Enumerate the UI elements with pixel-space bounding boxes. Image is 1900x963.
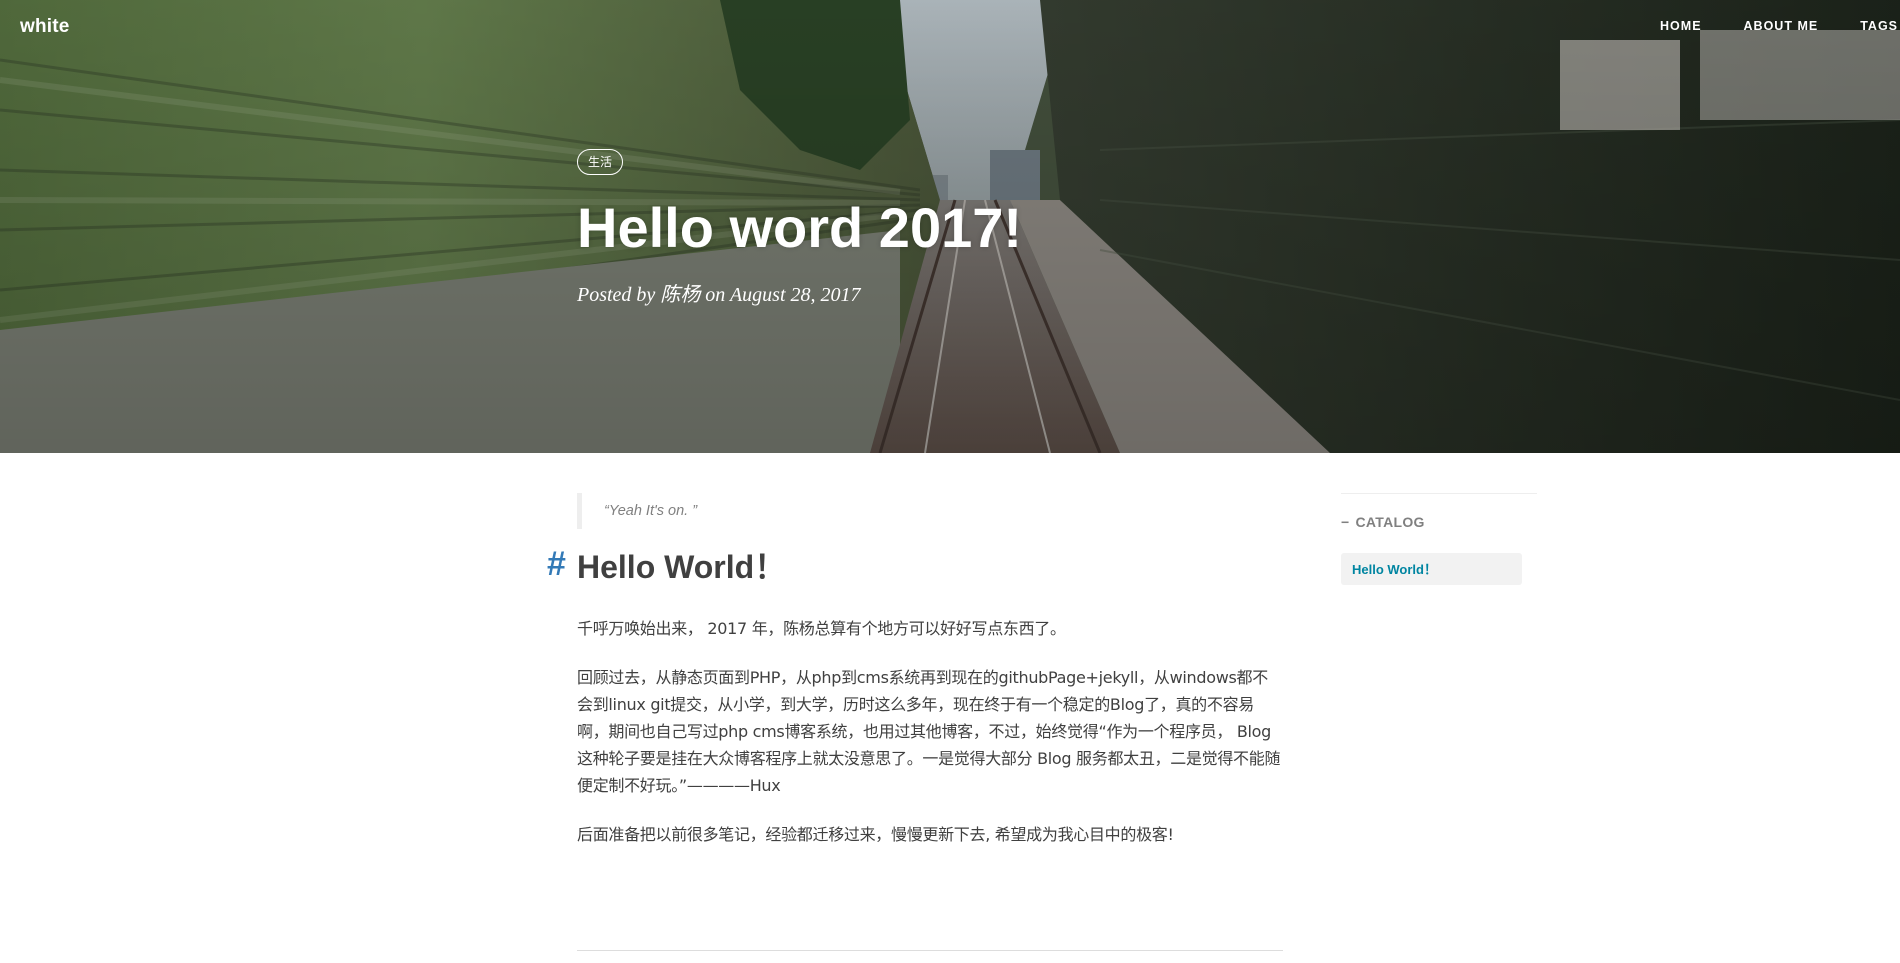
- paragraph-history: 回顾过去，从静态页面到PHP，从php到cms系统再到现在的githubPage…: [577, 667, 1281, 795]
- section-heading-wrap: # Hello World！: [547, 545, 1283, 589]
- catalog-title: CATALOG: [1355, 514, 1425, 530]
- post-tag[interactable]: 生活: [577, 149, 624, 175]
- post-title: Hello word 2017!: [577, 196, 1023, 259]
- post-meta: Posted by 陈杨 on August 28, 2017: [577, 283, 861, 306]
- catalog-sidebar: − CATALOG Hello World！: [1341, 493, 1537, 585]
- post-quote: “Yeah It's on. ”: [577, 493, 1283, 529]
- brand-logo-link[interactable]: white: [20, 16, 70, 38]
- post-heading: 生活 Hello word 2017! Posted by 陈杨 on Augu…: [577, 149, 1022, 307]
- paragraph-intro: 千呼万唤始出来， 2017 年，陈杨总算有个地方可以好好写点东西了。: [577, 618, 1066, 638]
- content-divider: [577, 950, 1283, 951]
- post-content: “Yeah It's on. ” # Hello World！ 千呼万唤始出来，…: [547, 493, 1283, 848]
- nav-links: HOME ABOUT ME TAGS: [1618, 19, 1900, 33]
- paragraph-future: 后面准备把以前很多笔记，经验都迁移过来，慢慢更新下去, 希望成为我心目中的极客!: [577, 824, 1174, 844]
- nav-about-me-link[interactable]: ABOUT ME: [1702, 19, 1819, 33]
- nav-tags-link[interactable]: TAGS: [1818, 19, 1900, 33]
- catalog-list: Hello World！: [1341, 553, 1537, 585]
- catalog-toggle[interactable]: − CATALOG: [1341, 514, 1537, 530]
- nav-home-link[interactable]: HOME: [1618, 19, 1702, 33]
- top-navbar: white HOME ABOUT ME TAGS: [0, 0, 1900, 54]
- catalog-item-hello-world[interactable]: Hello World！: [1341, 553, 1522, 585]
- header-hero: white HOME ABOUT ME TAGS 生活 Hello word 2…: [0, 0, 1900, 453]
- section-heading: Hello World！: [577, 549, 787, 585]
- hash-anchor-icon[interactable]: #: [547, 545, 566, 584]
- sidebar-divider: [1341, 493, 1537, 494]
- minus-icon[interactable]: −: [1341, 514, 1349, 530]
